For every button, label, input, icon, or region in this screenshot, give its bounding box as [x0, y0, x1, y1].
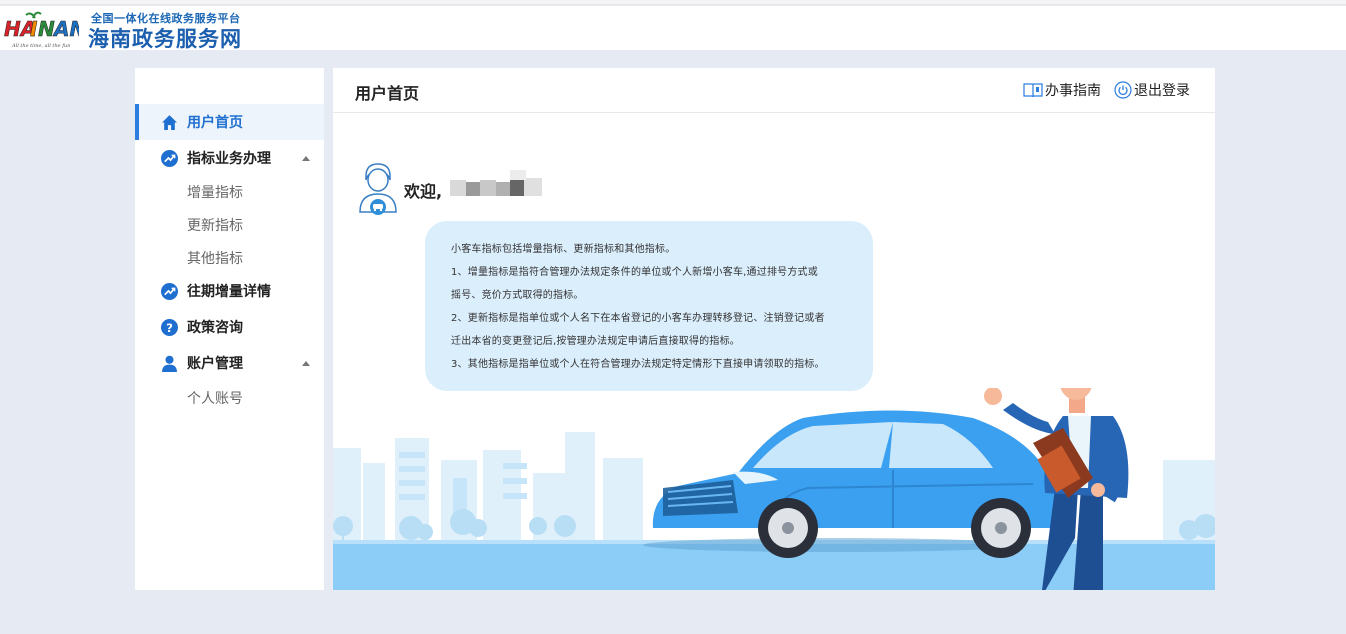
guide-label: 办事指南 — [1045, 83, 1101, 99]
home-icon — [162, 114, 177, 130]
page-title: 用户首页 — [355, 84, 420, 103]
sidebar-item-label: 往期增量详情 — [187, 284, 271, 300]
main-header: 用户首页 办事指南 退出登录 — [333, 68, 1215, 113]
main-panel: 用户首页 办事指南 退出登录 欢迎, 小客车指标包括增量指标、更新指标和其他指标… — [333, 68, 1215, 590]
sidebar-item-label: 指标业务办理 — [187, 151, 271, 167]
sidebar-item-policy[interactable]: ? 政策咨询 — [135, 309, 324, 345]
sidebar-item-label: 政策咨询 — [187, 320, 243, 336]
sidebar-item-label: 用户首页 — [187, 115, 243, 131]
welcome-text: 欢迎, — [404, 182, 443, 201]
top-strip — [0, 0, 1346, 5]
trend-icon — [161, 282, 178, 300]
svg-text:N: N — [38, 17, 55, 41]
svg-text:AN: AN — [52, 17, 79, 41]
intro-line: 迁出本省的变更登记后,按管理办法规定申请后直接取得的指标。 — [451, 336, 740, 347]
site-header: HA I N AN All the time, all the fun 全国一体… — [0, 6, 1346, 53]
redacted-username — [450, 170, 542, 196]
svg-text:I: I — [30, 17, 38, 41]
sidebar: 用户首页 指标业务办理 增量指标 更新指标 其他指标 往期增量详情 ? 政策咨询… — [135, 68, 324, 590]
intro-line: 摇号、竞价方式取得的指标。 — [451, 290, 584, 301]
logout-label: 退出登录 — [1134, 83, 1190, 99]
sidebar-item-quota-business[interactable]: 指标业务办理 — [135, 140, 324, 176]
chevron-up-icon[interactable] — [302, 155, 310, 161]
sidebar-subitem-incremental[interactable]: 增量指标 — [187, 182, 243, 202]
site-title[interactable]: 海南政务服务网 — [88, 23, 242, 53]
hainan-logo[interactable]: HA I N AN All the time, all the fun — [3, 6, 79, 50]
question-icon: ? — [161, 318, 178, 336]
intro-line: 2、更新指标是指单位或个人名下在本省登记的小客车办理转移登记、注销登记或者 — [451, 313, 825, 324]
intro-line: 1、增量指标是指符合管理办法规定条件的单位或个人新增小客车,通过排号方式或 — [451, 267, 818, 278]
avatar — [359, 163, 397, 215]
book-icon — [1023, 83, 1043, 98]
chevron-up-icon[interactable] — [302, 360, 310, 366]
logout-link[interactable]: 退出登录 — [1114, 80, 1190, 100]
trend-icon — [161, 149, 178, 167]
sidebar-item-label: 账户管理 — [187, 356, 243, 372]
sidebar-subitem-personal-account[interactable]: 个人账号 — [187, 388, 243, 408]
intro-line: 小客车指标包括增量指标、更新指标和其他指标。 — [451, 244, 676, 255]
sidebar-subitem-other[interactable]: 其他指标 — [187, 248, 243, 268]
user-icon — [162, 355, 177, 372]
intro-line: 3、其他指标是指单位或个人在符合管理办法规定特定情形下直接申请领取的指标。 — [451, 359, 825, 370]
sidebar-subitem-renewal[interactable]: 更新指标 — [187, 215, 243, 235]
power-icon — [1114, 81, 1132, 99]
svg-text:All the time, all the fun: All the time, all the fun — [11, 43, 71, 49]
sidebar-item-past-details[interactable]: 往期增量详情 — [135, 273, 324, 309]
guide-link[interactable]: 办事指南 — [1023, 80, 1101, 100]
car-illustration — [333, 388, 1215, 590]
sidebar-item-home[interactable]: 用户首页 — [135, 104, 324, 140]
sidebar-item-account[interactable]: 账户管理 — [135, 345, 324, 381]
intro-bubble: 小客车指标包括增量指标、更新指标和其他指标。 1、增量指标是指符合管理办法规定条… — [425, 221, 873, 391]
svg-text:?: ? — [166, 320, 173, 334]
